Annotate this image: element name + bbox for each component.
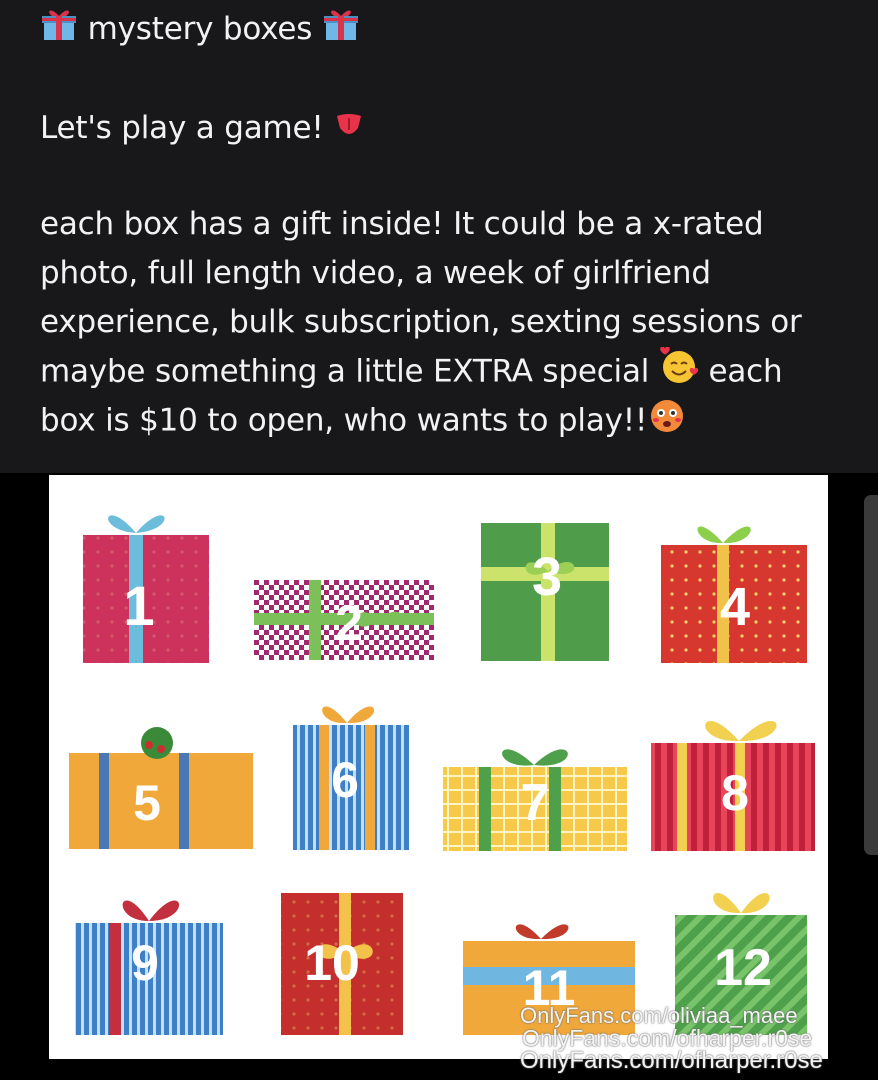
gift-box-1: 1 bbox=[83, 515, 209, 663]
post-body-line-5-text: box is $10 to open, who wants to play!! bbox=[40, 402, 648, 439]
gift-box-3: 3 bbox=[481, 523, 609, 661]
svg-text:10: 10 bbox=[304, 935, 360, 991]
gift-box-6: 6 bbox=[293, 706, 409, 850]
post-title-line: mystery boxes bbox=[40, 5, 360, 56]
svg-text:1: 1 bbox=[123, 574, 154, 637]
post-text-area: mystery boxes Let's play a game! each bo… bbox=[0, 0, 878, 473]
post-line-game: Let's play a game! bbox=[40, 104, 365, 154]
tongue-icon bbox=[333, 106, 365, 154]
gift-box-9: 9 bbox=[75, 900, 223, 1035]
post-body-line-3: experience, bulk subscription, sexting s… bbox=[40, 304, 802, 340]
post-body-line-4: maybe something a little EXTRA special e… bbox=[40, 346, 783, 399]
mystery-boxes-image[interactable]: 1 2 3 4 5 6 7 8 9 10 11 12 bbox=[49, 475, 828, 1059]
gift-box-7: 7 bbox=[443, 749, 627, 851]
svg-text:8: 8 bbox=[721, 765, 749, 821]
gift-box-8: 8 bbox=[651, 720, 815, 851]
svg-text:2: 2 bbox=[335, 595, 363, 651]
post-line-game-text: Let's play a game! bbox=[40, 110, 324, 146]
gift-box-4: 4 bbox=[661, 526, 807, 663]
svg-text:5: 5 bbox=[133, 775, 161, 831]
post-body-line-4-end: each bbox=[708, 353, 783, 390]
watermark-3: OnlyFans.com/ofharper.r0se bbox=[520, 1047, 823, 1074]
post-title: mystery boxes bbox=[87, 11, 313, 47]
post-body-line-2: photo, full length video, a week of girl… bbox=[40, 255, 711, 291]
gift-box-5: 5 bbox=[69, 727, 253, 849]
smiling-face-with-hearts-icon bbox=[659, 346, 699, 399]
gift-box-2: 2 bbox=[254, 580, 434, 660]
gift-boxes-illustration: 1 2 3 4 5 6 7 8 9 10 11 12 bbox=[69, 515, 815, 1035]
svg-text:9: 9 bbox=[131, 935, 159, 991]
post-body-line-1: each box has a gift inside! It could be … bbox=[40, 206, 764, 242]
scrollbar[interactable] bbox=[864, 495, 878, 855]
gift-box-10: 10 bbox=[281, 893, 403, 1035]
post-body-line-4-text: maybe something a little EXTRA special bbox=[40, 353, 650, 390]
wrapped-gift-icon bbox=[40, 6, 78, 56]
svg-text:12: 12 bbox=[714, 939, 772, 997]
svg-text:7: 7 bbox=[521, 774, 550, 832]
svg-text:4: 4 bbox=[720, 577, 750, 637]
post-body-line-5: box is $10 to open, who wants to play!! bbox=[40, 396, 687, 448]
svg-text:6: 6 bbox=[331, 752, 359, 808]
wrapped-gift-icon bbox=[322, 6, 360, 56]
svg-text:3: 3 bbox=[532, 547, 562, 607]
flushed-hot-face-icon bbox=[647, 396, 687, 448]
